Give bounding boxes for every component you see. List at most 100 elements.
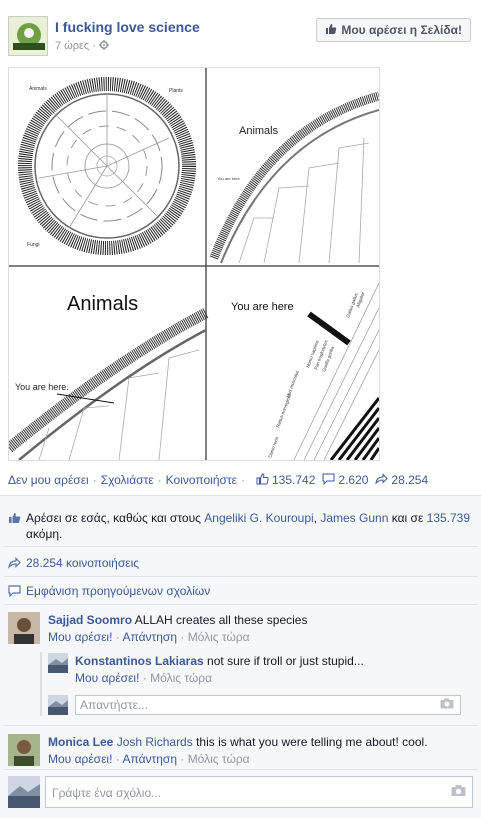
comments-stat[interactable]: 2.620 bbox=[322, 473, 368, 488]
separator-dot: · bbox=[180, 752, 185, 766]
share-link[interactable]: Κοινοποιήστε bbox=[166, 473, 237, 487]
gear-icon[interactable] bbox=[99, 40, 110, 52]
shares-summary[interactable]: 28.254 κοινοποιήσεις bbox=[8, 556, 481, 570]
page-avatar[interactable] bbox=[8, 16, 48, 56]
thumbs-up-icon bbox=[325, 23, 337, 38]
tree-zoom-level-2: Animals You are here. bbox=[5, 293, 209, 461]
likes-summary-prefix: Αρέσει σε εσάς, καθώς και στους bbox=[26, 511, 201, 525]
post-header: I fucking love science 7 ώρες · Μου αρέσ… bbox=[8, 14, 473, 60]
separator-dot: · bbox=[92, 473, 97, 487]
share-icon bbox=[375, 472, 389, 488]
comma: , bbox=[313, 511, 318, 525]
likes-summary: Αρέσει σε εσάς, καθώς και στους Angeliki… bbox=[8, 510, 473, 542]
comment: Sajjad Soomro ALLAH creates all these sp… bbox=[8, 612, 473, 648]
reply-input[interactable]: Απαντήστε... bbox=[75, 695, 461, 715]
show-previous-comments[interactable]: Εμφάνιση προηγούμενων σχολίων bbox=[8, 584, 481, 598]
comment-like-link[interactable]: Μου αρέσει! bbox=[48, 752, 112, 766]
label-animals-medium: Animals bbox=[239, 125, 279, 137]
divider bbox=[4, 604, 478, 605]
likes-summary-suffix: ακόμη. bbox=[26, 527, 63, 541]
new-comment-row: Γράψτε ένα σχόλιο... bbox=[8, 776, 473, 810]
tree-zoom-level-3: You are here Homo sapiens Pan troglodyte… bbox=[231, 282, 381, 461]
svg-text:Rattus norvegicus: Rattus norvegicus bbox=[275, 392, 292, 428]
comment-time[interactable]: Μόλις τώρα bbox=[150, 671, 212, 685]
others-count-link[interactable]: 135.739 bbox=[427, 511, 470, 525]
friend-link-2[interactable]: James Gunn bbox=[320, 511, 388, 525]
avatar[interactable] bbox=[8, 734, 40, 766]
label-fungi: Fungi bbox=[27, 242, 40, 248]
label-you-are-here-2: You are here. bbox=[15, 382, 69, 392]
comment-input[interactable]: Γράψτε ένα σχόλιο... bbox=[45, 776, 473, 808]
comment-author[interactable]: Monica Lee bbox=[48, 735, 113, 749]
like-page-label: Μου αρέσει η Σελίδα! bbox=[341, 23, 462, 37]
like-page-button[interactable]: Μου αρέσει η Σελίδα! bbox=[316, 18, 471, 42]
avatar[interactable] bbox=[48, 653, 68, 673]
comment-author[interactable]: Sajjad Soomro bbox=[48, 613, 132, 627]
comments-count: 2.620 bbox=[338, 473, 369, 487]
divider bbox=[4, 769, 478, 770]
shares-count: 28.254 bbox=[391, 473, 429, 487]
post-action-bar: Δεν μου αρέσει · Σχολιάστε · Κοινοποιήστ… bbox=[8, 471, 478, 489]
divider bbox=[4, 725, 478, 726]
shares-stat[interactable]: 28.254 bbox=[375, 472, 429, 488]
likes-summary-middle: και σε bbox=[391, 511, 424, 525]
label-you-are-here-3: You are here bbox=[231, 301, 294, 313]
friend-link-1[interactable]: Angeliki G. Kouroupi bbox=[204, 511, 313, 525]
comment-actions: Μου αρέσει! · Απάντηση · Μόλις τώρα bbox=[48, 751, 250, 767]
camera-icon[interactable] bbox=[451, 785, 466, 800]
separator-dot: · bbox=[157, 473, 162, 487]
share-icon bbox=[8, 557, 21, 572]
divider bbox=[4, 546, 478, 547]
page-name[interactable]: I fucking love science bbox=[55, 19, 200, 35]
comment-actions: Μου αρέσει! · Μόλις τώρα bbox=[75, 670, 212, 686]
comment-text: ALLAH creates all these species bbox=[134, 613, 308, 627]
comment-body: Sajjad Soomro ALLAH creates all these sp… bbox=[48, 612, 307, 628]
show-previous-label: Εμφάνιση προηγούμενων σχολίων bbox=[26, 584, 211, 598]
reply-thread-line bbox=[40, 652, 42, 716]
thumbs-up-icon bbox=[8, 512, 21, 528]
comment: Monica Lee Josh Richards this is what yo… bbox=[8, 734, 473, 770]
comment-icon bbox=[8, 585, 21, 600]
label-animals-small: Animals bbox=[29, 86, 47, 92]
separator-dot: · bbox=[241, 473, 245, 487]
label-animals-large: Animals bbox=[67, 293, 138, 315]
separator-dot: · bbox=[180, 630, 185, 644]
reply-comment: Konstantinos Lakiaras not sure if troll … bbox=[48, 653, 473, 687]
comment-like-link[interactable]: Μου αρέσει! bbox=[75, 671, 139, 685]
comment-reply-link[interactable]: Απάντηση bbox=[122, 752, 177, 766]
post-meta: 7 ώρες · bbox=[55, 40, 110, 52]
separator-dot: · bbox=[115, 630, 120, 644]
post-image[interactable]: Animals Plants Fungi Animals You are her… bbox=[5, 67, 381, 461]
comment-actions: Μου αρέσει! · Απάντηση · Μόλις τώρα bbox=[48, 629, 250, 645]
likes-stat[interactable]: 135.742 bbox=[256, 472, 316, 488]
label-you-are-here-1: You are here bbox=[217, 176, 241, 181]
shares-summary-text: 28.254 κοινοποιήσεις bbox=[26, 556, 140, 570]
likes-count: 135.742 bbox=[272, 473, 316, 487]
comment-time[interactable]: Μόλις τώρα bbox=[188, 630, 250, 644]
svg-text:Danio rerio: Danio rerio bbox=[267, 435, 279, 458]
comment-link[interactable]: Σχολιάστε bbox=[101, 473, 154, 487]
separator-dot: · bbox=[142, 671, 147, 685]
comment-author[interactable]: Konstantinos Lakiaras bbox=[75, 654, 204, 668]
separator-dot: · bbox=[115, 752, 120, 766]
comment-text: not sure if troll or just stupid... bbox=[207, 654, 364, 668]
comment-icon bbox=[322, 473, 335, 488]
reply-input-row: Απαντήστε... bbox=[48, 695, 473, 717]
post-time[interactable]: 7 ώρες bbox=[55, 40, 89, 52]
avatar bbox=[48, 695, 68, 715]
comment-body: Monica Lee Josh Richards this is what yo… bbox=[48, 734, 428, 750]
tagged-user-link[interactable]: Josh Richards bbox=[117, 735, 193, 749]
tree-zoom-level-1: Animals You are here bbox=[209, 91, 381, 264]
comment-body: Konstantinos Lakiaras not sure if troll … bbox=[75, 653, 364, 669]
avatar[interactable] bbox=[8, 612, 40, 644]
comment-reply-link[interactable]: Απάντηση bbox=[122, 630, 177, 644]
comment-time[interactable]: Μόλις τώρα bbox=[188, 752, 250, 766]
camera-icon[interactable] bbox=[440, 698, 454, 712]
reply-input-placeholder: Απαντήστε... bbox=[80, 698, 148, 712]
label-plants: Plants bbox=[169, 88, 183, 94]
comment-input-placeholder: Γράψτε ένα σχόλιο... bbox=[52, 786, 162, 800]
divider bbox=[4, 576, 478, 577]
comment-like-link[interactable]: Μου αρέσει! bbox=[48, 630, 112, 644]
comment-text: this is what you were telling me about! … bbox=[196, 735, 428, 749]
unlike-link[interactable]: Δεν μου αρέσει bbox=[8, 473, 89, 487]
